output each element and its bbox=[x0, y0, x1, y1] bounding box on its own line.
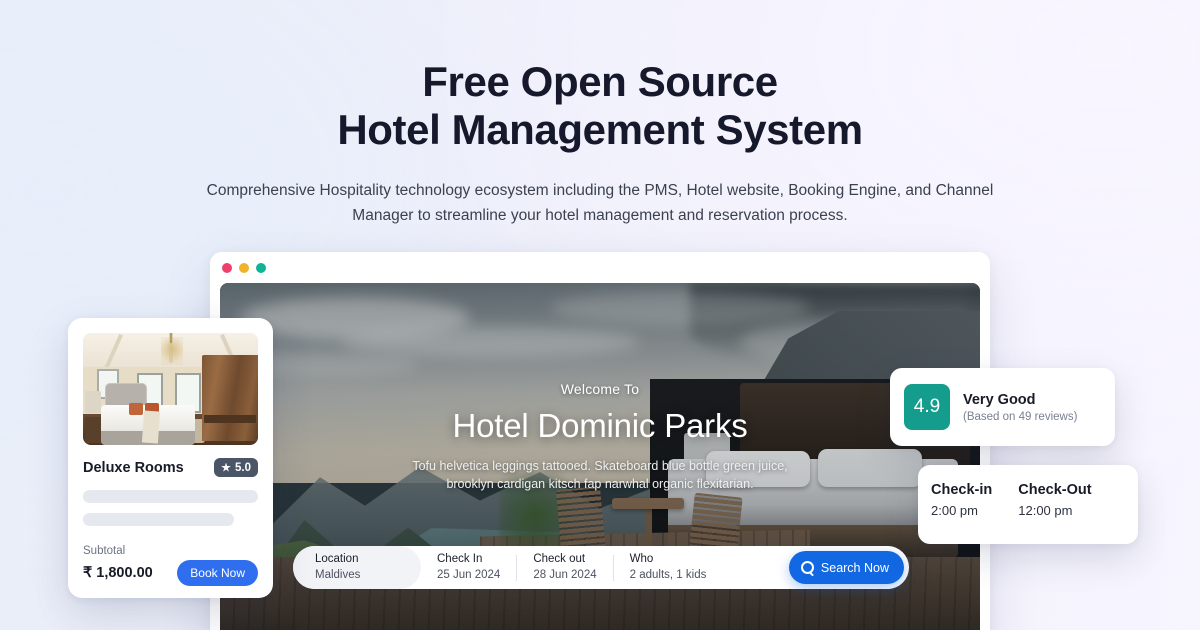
search-field-location-value: Maldives bbox=[315, 569, 361, 581]
page-subtitle: Comprehensive Hospitality technology eco… bbox=[205, 178, 995, 228]
search-field-checkout-value: 28 Jun 2024 bbox=[533, 569, 597, 581]
booking-search-bar: Location Maldives Check In 25 Jun 2024 C… bbox=[293, 546, 909, 589]
skeleton-line bbox=[83, 513, 234, 526]
search-field-checkin[interactable]: Check In 25 Jun 2024 bbox=[421, 553, 516, 582]
search-field-location-label: Location bbox=[315, 553, 359, 565]
search-now-button-label: Search Now bbox=[820, 560, 889, 575]
room-throw-blanket bbox=[141, 410, 161, 444]
search-icon bbox=[800, 561, 814, 574]
checkout-group: Check-Out 12:00 pm bbox=[1018, 482, 1091, 544]
page-title-line2: Hotel Management System bbox=[337, 106, 863, 153]
search-field-checkin-value: 25 Jun 2024 bbox=[437, 569, 501, 581]
checkin-checkout-card: Check-in 2:00 pm Check-Out 12:00 pm bbox=[918, 465, 1138, 544]
welcome-text: Welcome To bbox=[560, 381, 640, 397]
search-now-button[interactable]: Search Now bbox=[788, 551, 904, 584]
room-accent-pillow bbox=[129, 403, 143, 415]
search-field-who[interactable]: Who 2 adults, 1 kids bbox=[614, 553, 723, 582]
checkin-label: Check-in bbox=[931, 482, 993, 498]
book-now-button[interactable]: Book Now bbox=[177, 560, 258, 586]
search-field-checkout-label: Check out bbox=[533, 553, 586, 565]
room-title: Deluxe Rooms bbox=[83, 459, 184, 476]
room-rating-badge: 5.0 bbox=[214, 458, 258, 477]
hotel-name-title: Hotel Dominic Parks bbox=[452, 407, 748, 444]
room-card-footer: ₹ 1,800.00 Book Now bbox=[83, 560, 258, 586]
search-field-checkin-label: Check In bbox=[437, 553, 483, 565]
room-armoire bbox=[202, 355, 258, 441]
checkout-time: 12:00 pm bbox=[1018, 503, 1073, 518]
checkin-time: 2:00 pm bbox=[931, 503, 978, 518]
window-maximize-dot-icon[interactable] bbox=[256, 262, 266, 273]
review-rating-card: 4.9 Very Good (Based on 49 reviews) bbox=[890, 368, 1115, 446]
skeleton-line bbox=[83, 490, 258, 503]
site-hero-copy: Welcome To Hotel Dominic Parks Tofu helv… bbox=[220, 381, 980, 493]
room-photo bbox=[83, 333, 258, 445]
window-minimize-dot-icon[interactable] bbox=[239, 262, 249, 273]
window-close-dot-icon[interactable] bbox=[222, 262, 232, 273]
search-field-checkout[interactable]: Check out 28 Jun 2024 bbox=[517, 553, 612, 582]
search-field-who-value: 2 adults, 1 kids bbox=[629, 569, 707, 581]
room-card: Deluxe Rooms 5.0 Subtotal ₹ 1,800.00 Boo… bbox=[68, 318, 273, 598]
page-title-line1: Free Open Source bbox=[422, 58, 778, 105]
chandelier-icon bbox=[161, 333, 183, 365]
rating-score-badge: 4.9 bbox=[904, 384, 950, 430]
room-title-row: Deluxe Rooms 5.0 bbox=[83, 458, 258, 477]
room-price: ₹ 1,800.00 bbox=[83, 565, 153, 581]
rating-text-group: Very Good (Based on 49 reviews) bbox=[963, 392, 1077, 423]
room-lamp bbox=[85, 391, 101, 413]
browser-titlebar bbox=[210, 252, 990, 283]
rating-title: Very Good bbox=[963, 391, 1036, 408]
room-rating-value: 5.0 bbox=[235, 461, 251, 474]
search-field-location[interactable]: Location Maldives bbox=[293, 546, 421, 589]
page-subtitle-line1: Comprehensive Hospitality technology eco… bbox=[206, 182, 902, 199]
checkin-group: Check-in 2:00 pm bbox=[931, 482, 992, 544]
subtotal-label: Subtotal bbox=[83, 545, 126, 557]
page-title: Free Open Source Hotel Management System bbox=[0, 58, 1200, 154]
search-field-who-label: Who bbox=[629, 553, 654, 565]
rating-subtitle: (Based on 49 reviews) bbox=[963, 410, 1078, 423]
checkout-label: Check-Out bbox=[1018, 482, 1092, 498]
hotel-description: Tofu helvetica leggings tattooed. Skateb… bbox=[412, 459, 788, 491]
star-icon bbox=[221, 462, 231, 472]
